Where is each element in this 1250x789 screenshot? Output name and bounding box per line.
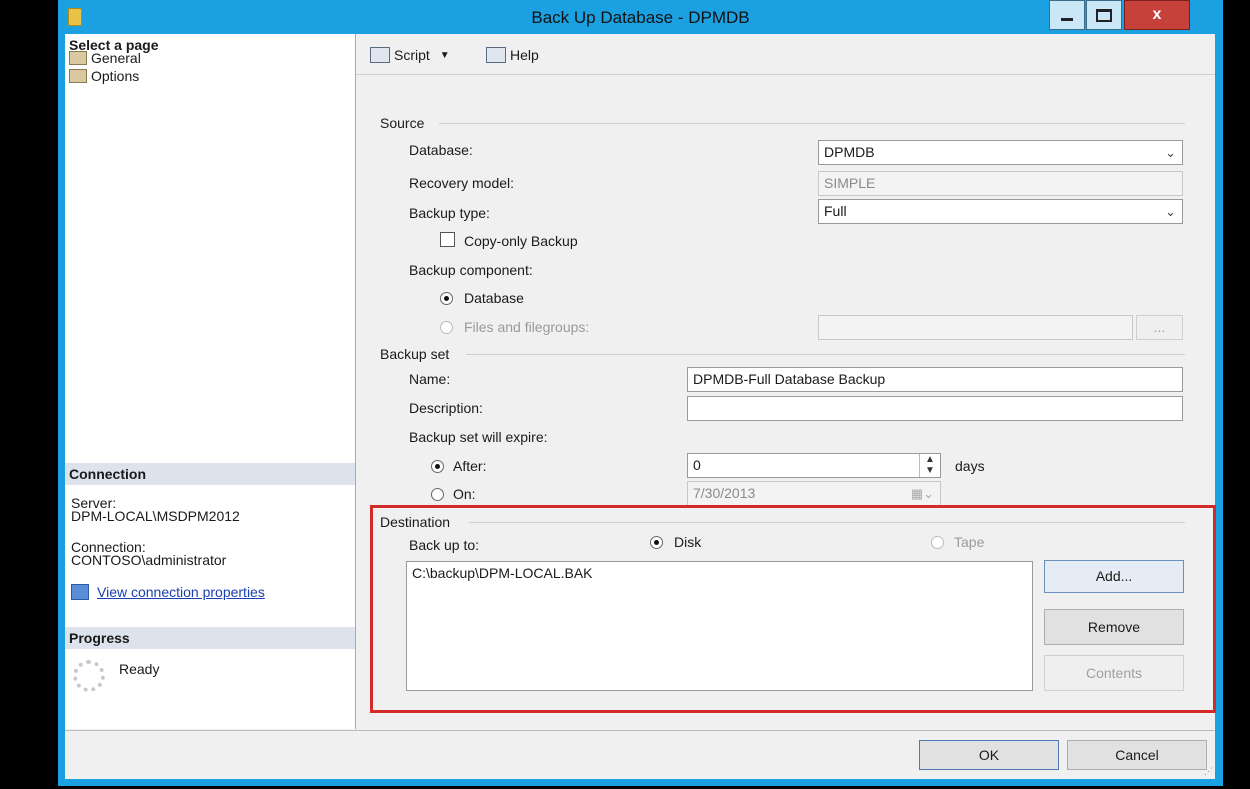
spinner-arrows-icon[interactable]: ▲ ▼ [919, 454, 940, 477]
copy-only-checkbox[interactable] [440, 232, 455, 247]
script-label: Script [394, 47, 430, 63]
source-group-header: Source [380, 115, 425, 131]
files-browse-button[interactable]: ... [1136, 315, 1183, 340]
expire-after-radio[interactable] [431, 460, 444, 473]
page-icon [69, 51, 87, 65]
close-button[interactable]: x [1124, 0, 1190, 30]
files-filegroups-field [818, 315, 1133, 340]
toolbar: Script ▼ Help [356, 34, 1215, 75]
left-pane: Select a page General Options Connection… [65, 34, 356, 729]
page-icon [69, 69, 87, 83]
page-item-options[interactable]: Options [69, 68, 139, 84]
connection-properties-icon [71, 584, 89, 600]
page-item-general[interactable]: General [69, 50, 141, 66]
calendar-icon: ▦⌄ [910, 486, 934, 501]
backup-type-dropdown[interactable]: Full ⌄ [818, 199, 1183, 224]
progress-spinner-icon [73, 660, 105, 692]
component-database-radio[interactable] [440, 292, 453, 305]
chevron-down-icon: ▼ [439, 49, 450, 61]
help-icon [486, 47, 506, 63]
expire-after-label: After: [453, 458, 487, 474]
recovery-model-label: Recovery model: [409, 175, 515, 191]
connection-value: CONTOSO\administrator [71, 552, 227, 568]
close-icon: x [1152, 6, 1162, 23]
expire-date-picker[interactable]: 7/30/2013 ▦⌄ [687, 481, 941, 506]
page-item-label: Options [91, 68, 140, 84]
view-connection-properties-link[interactable]: View connection properties [97, 584, 265, 600]
database-value: DPMDB [824, 144, 875, 160]
backup-set-group-header: Backup set [380, 346, 450, 362]
chevron-down-icon: ⌄ [1165, 204, 1176, 219]
server-value: DPM-LOCAL\MSDPM2012 [71, 508, 240, 524]
component-files-radio[interactable] [440, 321, 453, 334]
dialog-footer: OK Cancel ⋰ [65, 730, 1215, 779]
backup-type-label: Backup type: [409, 205, 490, 221]
component-files-label: Files and filegroups: [464, 319, 590, 335]
progress-status: Ready [119, 661, 160, 677]
source-divider [439, 123, 1185, 124]
help-button[interactable]: Help [486, 47, 539, 63]
script-icon [370, 47, 390, 63]
description-label: Description: [409, 400, 483, 416]
recovery-model-field: SIMPLE [818, 171, 1183, 196]
expire-days-value: 0 [693, 457, 701, 473]
connection-header: Connection [65, 463, 355, 485]
expire-label: Backup set will expire: [409, 429, 548, 445]
page-item-label: General [91, 50, 141, 66]
maximize-icon [1096, 8, 1112, 22]
title-bar: Back Up Database - DPMDB x [58, 0, 1223, 34]
minimize-icon [1061, 17, 1073, 21]
resize-grip-icon[interactable]: ⋰ [1204, 766, 1213, 777]
description-input[interactable] [687, 396, 1183, 421]
view-connection-row: View connection properties [71, 584, 265, 600]
expire-on-radio[interactable] [431, 488, 444, 501]
help-label: Help [510, 47, 539, 63]
destination-highlight-box [370, 505, 1216, 713]
database-dropdown[interactable]: DPMDB ⌄ [818, 140, 1183, 165]
expire-on-label: On: [453, 486, 476, 502]
expire-days-spinner[interactable]: 0 ▲ ▼ [687, 453, 941, 478]
backup-type-value: Full [824, 203, 847, 219]
expire-date-value: 7/30/2013 [693, 485, 756, 501]
cancel-button[interactable]: Cancel [1067, 740, 1207, 770]
backup-name-label: Name: [409, 371, 451, 387]
ok-button[interactable]: OK [919, 740, 1059, 770]
component-database-label: Database [464, 290, 524, 306]
maximize-button[interactable] [1086, 0, 1122, 30]
backup-set-divider [466, 354, 1185, 355]
backup-name-input[interactable]: DPMDB-Full Database Backup [687, 367, 1183, 392]
minimize-button[interactable] [1049, 0, 1085, 30]
progress-header: Progress [65, 627, 355, 649]
backup-component-label: Backup component: [409, 262, 533, 278]
days-label: days [955, 458, 985, 474]
database-label: Database: [409, 142, 473, 158]
chevron-down-icon: ⌄ [1165, 145, 1176, 160]
script-button[interactable]: Script ▼ [370, 47, 450, 63]
copy-only-label: Copy-only Backup [464, 233, 578, 249]
